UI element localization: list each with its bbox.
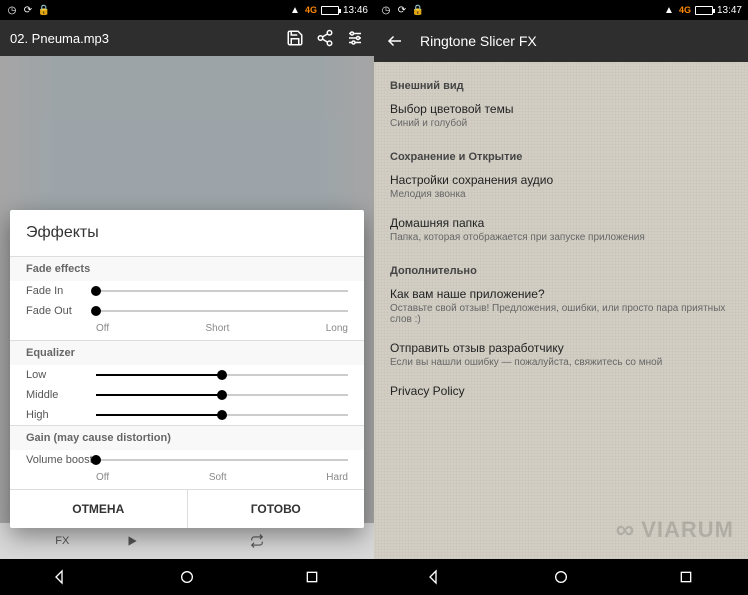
item-rate[interactable]: Как вам наше приложение? Оставьте свой о…	[374, 281, 748, 335]
left-screen: ◷ ⟳ 🔒 ▲ 4G 13:46 02. Pneuma.mp3 Эффекты …	[0, 0, 374, 595]
settings-app: Ringtone Slicer FX Внешний вид Выбор цве…	[374, 20, 748, 559]
battery-icon	[321, 6, 339, 15]
wifi-icon: ▲	[663, 4, 675, 16]
effects-dialog: Эффекты Fade effects Fade In Fade Out Of…	[10, 210, 364, 528]
gain-label: Volume boost	[26, 454, 96, 466]
eq-header: Equalizer	[10, 340, 364, 365]
right-screen: ◷ ⟳ 🔒 ▲ 4G 13:47 Ringtone Slicer FX Внеш…	[374, 0, 748, 595]
ok-button[interactable]: ГОТОВО	[187, 490, 365, 528]
clock-text: 13:46	[343, 5, 368, 16]
back-icon[interactable]	[54, 569, 70, 585]
back-arrow-icon[interactable]	[386, 32, 404, 50]
fade-out-slider[interactable]	[96, 310, 348, 312]
fade-ticks: Off Short Long	[10, 321, 364, 340]
editor-toolbar: 02. Pneuma.mp3	[0, 20, 374, 56]
gain-slider[interactable]	[96, 459, 348, 461]
share-icon[interactable]	[316, 29, 334, 47]
waveform-area[interactable]: Эффекты Fade effects Fade In Fade Out Of…	[0, 56, 374, 523]
status-bar: ◷ ⟳ 🔒 ▲ 4G 13:46	[0, 0, 374, 20]
fade-header: Fade effects	[10, 256, 364, 281]
watermark: ∞ VIARUM	[616, 514, 734, 545]
lock-icon: 🔒	[412, 4, 424, 16]
home-icon[interactable]	[179, 569, 195, 585]
infinity-icon: ∞	[616, 514, 636, 545]
settings-list[interactable]: Внешний вид Выбор цветовой темы Синий и …	[374, 62, 748, 559]
recent-icon[interactable]	[678, 569, 694, 585]
item-theme[interactable]: Выбор цветовой темы Синий и голубой	[374, 96, 748, 139]
cancel-button[interactable]: ОТМЕНА	[10, 490, 187, 528]
recent-icon[interactable]	[304, 569, 320, 585]
section-saveopen: Сохранение и Открытие	[374, 139, 748, 167]
settings-toolbar: Ringtone Slicer FX	[374, 20, 748, 62]
clock-icon: ◷	[6, 4, 18, 16]
eq-low-row: Low	[10, 365, 364, 385]
nav-bar	[0, 559, 374, 595]
gain-header: Gain (may cause distortion)	[10, 425, 364, 450]
nav-bar	[374, 559, 748, 595]
eq-mid-slider[interactable]	[96, 394, 348, 396]
bottom-toolbar: FX	[0, 523, 374, 559]
section-extra: Дополнительно	[374, 253, 748, 281]
eq-low-slider[interactable]	[96, 374, 348, 376]
settings-icon[interactable]	[346, 29, 364, 47]
loop-button[interactable]	[249, 534, 374, 548]
network-4g-icon: 4G	[679, 5, 691, 15]
eq-mid-label: Middle	[26, 389, 96, 401]
eq-low-label: Low	[26, 369, 96, 381]
play-icon	[125, 534, 139, 548]
sync-icon: ⟳	[396, 4, 408, 16]
item-save[interactable]: Настройки сохранения аудио Мелодия звонк…	[374, 167, 748, 210]
loop-icon	[249, 534, 265, 548]
section-appearance: Внешний вид	[374, 68, 748, 96]
play-button[interactable]	[125, 534, 250, 548]
wifi-icon: ▲	[289, 4, 301, 16]
network-4g-icon: 4G	[305, 5, 317, 15]
eq-mid-row: Middle	[10, 385, 364, 405]
save-icon[interactable]	[286, 29, 304, 47]
eq-high-label: High	[26, 409, 96, 421]
fade-in-label: Fade In	[26, 285, 96, 297]
dialog-actions: ОТМЕНА ГОТОВО	[10, 489, 364, 528]
editor-app: 02. Pneuma.mp3 Эффекты Fade effects Fade…	[0, 20, 374, 559]
gain-row: Volume boost	[10, 450, 364, 470]
clock-icon: ◷	[380, 4, 392, 16]
fx-button[interactable]: FX	[0, 535, 125, 547]
fade-in-row: Fade In	[10, 281, 364, 301]
eq-high-row: High	[10, 405, 364, 425]
sync-icon: ⟳	[22, 4, 34, 16]
status-bar: ◷ ⟳ 🔒 ▲ 4G 13:47	[374, 0, 748, 20]
gain-ticks: Off Soft Hard	[10, 470, 364, 489]
item-home-folder[interactable]: Домашняя папка Папка, которая отображает…	[374, 210, 748, 253]
home-icon[interactable]	[553, 569, 569, 585]
item-feedback[interactable]: Отправить отзыв разработчику Если вы наш…	[374, 335, 748, 378]
dialog-title: Эффекты	[10, 210, 364, 256]
settings-title: Ringtone Slicer FX	[420, 33, 537, 49]
fade-out-row: Fade Out	[10, 301, 364, 321]
item-privacy[interactable]: Privacy Policy	[374, 378, 748, 408]
back-icon[interactable]	[428, 569, 444, 585]
fade-in-slider[interactable]	[96, 290, 348, 292]
fade-out-label: Fade Out	[26, 305, 96, 317]
eq-high-slider[interactable]	[96, 414, 348, 416]
battery-icon	[695, 6, 713, 15]
lock-icon: 🔒	[38, 4, 50, 16]
file-title: 02. Pneuma.mp3	[10, 31, 274, 46]
clock-text: 13:47	[717, 5, 742, 16]
